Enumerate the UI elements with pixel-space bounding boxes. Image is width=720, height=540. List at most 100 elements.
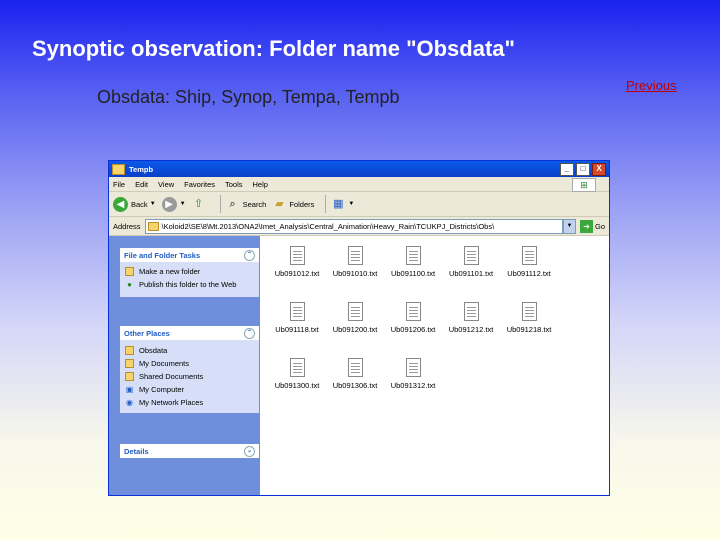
address-label: Address bbox=[113, 221, 141, 231]
window-titlebar[interactable]: Tempb _ □ X bbox=[109, 161, 609, 177]
task-make-new-folder[interactable]: Make a new folder bbox=[120, 265, 259, 278]
search-icon: ⌕ bbox=[229, 198, 236, 210]
menu-view[interactable]: View bbox=[158, 180, 174, 189]
task-publish-web[interactable]: ● Publish this folder to the Web bbox=[120, 278, 259, 291]
task-label: Make a new folder bbox=[139, 267, 201, 276]
explorer-window: Tempb _ □ X File Edit View Favorites Too… bbox=[108, 160, 610, 496]
toolbar: ◀ Back ▼ ▶ ▼ ⇧ ⌕ Search ▰ Folders ▦ ▼ bbox=[109, 192, 609, 217]
back-button[interactable]: ◀ Back ▼ bbox=[113, 196, 156, 212]
details-title: Details bbox=[124, 446, 149, 456]
toolbar-separator bbox=[325, 195, 327, 213]
go-arrow-icon: ➜ bbox=[579, 219, 593, 233]
file-item[interactable]: Ub091218.txt bbox=[499, 302, 559, 334]
text-file-icon bbox=[405, 302, 421, 321]
menu-help[interactable]: Help bbox=[253, 180, 268, 189]
file-name: Ub091218.txt bbox=[506, 325, 552, 334]
task-label: Publish this folder to the Web bbox=[139, 280, 237, 289]
search-label: Search bbox=[242, 199, 267, 209]
folder-icon bbox=[112, 163, 125, 175]
file-name: Ub091306.txt bbox=[332, 381, 378, 390]
details-header[interactable]: Details ⌄ bbox=[120, 444, 259, 458]
file-name: Ub091118.txt bbox=[275, 325, 319, 334]
file-item[interactable]: Ub091101.txt bbox=[441, 246, 501, 278]
place-my-network[interactable]: ◉ My Network Places bbox=[120, 396, 259, 409]
text-file-icon bbox=[289, 302, 305, 321]
place-label: Obsdata bbox=[139, 346, 168, 355]
file-folder-tasks-panel: File and Folder Tasks ⌃ Make a new folde… bbox=[120, 248, 259, 297]
place-my-documents[interactable]: My Documents bbox=[120, 357, 259, 370]
go-button[interactable]: ➜ Go bbox=[579, 219, 605, 233]
collapse-icon[interactable]: ⌃ bbox=[244, 327, 255, 339]
window-title: Tempb bbox=[129, 164, 154, 174]
text-file-icon bbox=[347, 358, 363, 377]
file-name: Ub091101.txt bbox=[448, 269, 494, 278]
other-places-title: Other Places bbox=[124, 328, 170, 338]
previous-link[interactable]: Previous bbox=[626, 78, 677, 93]
collapse-icon[interactable]: ⌃ bbox=[244, 249, 255, 261]
folders-label: Folders bbox=[289, 199, 315, 209]
go-label: Go bbox=[594, 221, 605, 231]
place-shared-documents[interactable]: Shared Documents bbox=[120, 370, 259, 383]
forward-button[interactable]: ▶ ▼ bbox=[161, 196, 186, 212]
window-body: File and Folder Tasks ⌃ Make a new folde… bbox=[109, 236, 609, 495]
file-item[interactable]: Ub091212.txt bbox=[441, 302, 501, 334]
file-item[interactable]: Ub091010.txt bbox=[325, 246, 385, 278]
folder-icon bbox=[147, 221, 159, 231]
file-item[interactable]: Ub091306.txt bbox=[325, 358, 385, 390]
views-button[interactable]: ▦ ▼ bbox=[331, 197, 354, 211]
place-obsdata[interactable]: Obsdata bbox=[120, 344, 259, 357]
task-pane: File and Folder Tasks ⌃ Make a new folde… bbox=[109, 236, 260, 495]
chevron-down-icon: ▼ bbox=[348, 201, 355, 207]
file-name: Ub091212.txt bbox=[448, 325, 494, 334]
text-file-icon bbox=[521, 302, 537, 321]
address-dropdown-button[interactable]: ▼ bbox=[562, 218, 576, 234]
expand-icon[interactable]: ⌄ bbox=[244, 445, 255, 457]
file-name: Ub091100.txt bbox=[390, 269, 436, 278]
file-folder-tasks-header[interactable]: File and Folder Tasks ⌃ bbox=[120, 248, 259, 262]
views-icon: ▦ bbox=[333, 198, 344, 210]
folder-icon bbox=[125, 346, 134, 355]
shared-folder-icon bbox=[125, 372, 134, 381]
place-label: My Network Places bbox=[139, 398, 204, 407]
file-name: Ub091112.txt bbox=[507, 269, 551, 278]
toolbar-separator bbox=[219, 195, 221, 213]
text-file-icon bbox=[405, 246, 421, 265]
details-panel: Details ⌄ bbox=[120, 444, 259, 458]
text-file-icon bbox=[405, 358, 421, 377]
menu-file[interactable]: File bbox=[113, 180, 125, 189]
new-folder-icon bbox=[125, 267, 134, 276]
address-bar: Address \Koloid2\SE\8\Mt.2013\ONA2\Imet_… bbox=[109, 217, 609, 236]
place-my-computer[interactable]: ▣ My Computer bbox=[120, 383, 259, 396]
menu-edit[interactable]: Edit bbox=[135, 180, 148, 189]
slide-subtitle: Obsdata: Ship, Synop, Tempa, Tempb bbox=[97, 87, 400, 107]
back-arrow-icon: ◀ bbox=[113, 196, 128, 212]
computer-icon: ▣ bbox=[125, 385, 134, 394]
file-item[interactable]: Ub091200.txt bbox=[325, 302, 385, 334]
file-item[interactable]: Ub091118.txt bbox=[267, 302, 327, 334]
file-item[interactable]: Ub091300.txt bbox=[267, 358, 327, 390]
file-name: Ub091300.txt bbox=[274, 381, 320, 390]
network-icon: ◉ bbox=[126, 398, 133, 407]
file-item[interactable]: Ub091012.txt bbox=[267, 246, 327, 278]
folders-button[interactable]: ▰ Folders bbox=[272, 197, 314, 211]
search-button[interactable]: ⌕ Search bbox=[226, 197, 267, 211]
file-name: Ub091312.txt bbox=[390, 381, 436, 390]
up-folder-button[interactable]: ⇧ bbox=[192, 197, 209, 211]
close-button[interactable]: X bbox=[592, 162, 606, 176]
globe-icon: ● bbox=[127, 280, 132, 289]
menu-tools[interactable]: Tools bbox=[225, 180, 243, 189]
file-name: Ub091010.txt bbox=[332, 269, 378, 278]
menu-favorites[interactable]: Favorites bbox=[184, 180, 215, 189]
file-item[interactable]: Ub091312.txt bbox=[383, 358, 443, 390]
file-item[interactable]: Ub091100.txt bbox=[383, 246, 443, 278]
file-item[interactable]: Ub091206.txt bbox=[383, 302, 443, 334]
up-folder-icon: ⇧ bbox=[193, 198, 204, 210]
file-folder-tasks-title: File and Folder Tasks bbox=[124, 250, 201, 260]
file-item[interactable]: Ub091112.txt bbox=[499, 246, 559, 278]
maximize-button[interactable]: □ bbox=[576, 162, 590, 176]
address-value: \Koloid2\SE\8\Mt.2013\ONA2\Imet_Analysis… bbox=[161, 221, 495, 231]
address-input[interactable]: \Koloid2\SE\8\Mt.2013\ONA2\Imet_Analysis… bbox=[144, 218, 563, 234]
minimize-button[interactable]: _ bbox=[560, 162, 574, 176]
other-places-header[interactable]: Other Places ⌃ bbox=[120, 326, 259, 340]
text-file-icon bbox=[463, 246, 479, 265]
